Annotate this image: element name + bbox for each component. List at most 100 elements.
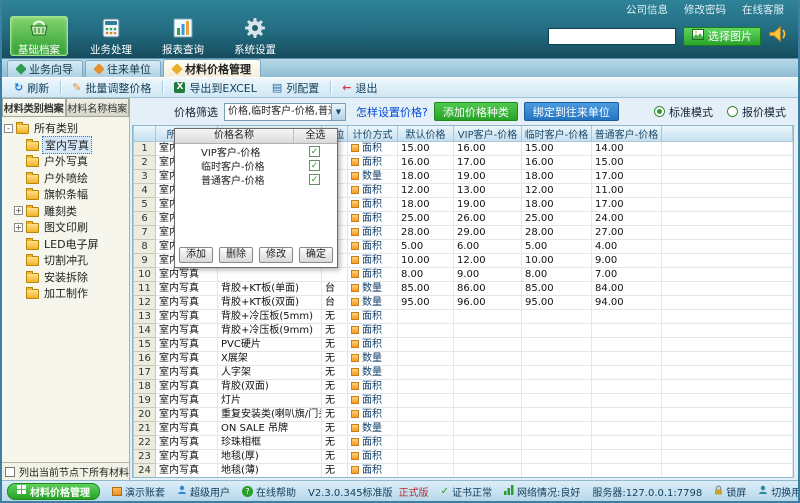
table-row[interactable]: 12室内写真背胶+KT板(双面)台数量95.0096.0095.0094.00 <box>134 296 793 310</box>
table-row[interactable]: 14室内写真背胶+冷压板(9mm)无面积 <box>134 324 793 338</box>
tree-item[interactable]: 户外写真 <box>4 153 127 170</box>
price-type-checkbox[interactable] <box>309 160 320 171</box>
popup-delete-button[interactable]: 删除 <box>219 247 253 263</box>
refresh-button[interactable]: ↻刷新 <box>8 79 55 97</box>
tree-item[interactable]: +图文印刷 <box>4 219 127 236</box>
exit-button[interactable]: ←退出 <box>336 79 383 97</box>
popup-add-button[interactable]: 添加 <box>179 247 213 263</box>
sidebar-tab-name[interactable]: 材料名称档案 <box>66 98 130 117</box>
col-temp-price[interactable]: 临时客户-价格 <box>522 126 592 142</box>
statusbar-certificate[interactable]: ✓证书正常 <box>438 484 495 499</box>
tree-item[interactable]: 旗帜条幅 <box>4 186 127 203</box>
price-type-checkbox[interactable] <box>309 174 320 185</box>
table-row[interactable]: 18室内写真背胶(双面)无面积 <box>134 380 793 394</box>
table-row[interactable]: 23室内写真地毯(厚)无面积 <box>134 450 793 464</box>
table-row[interactable]: 21室内写真ON SALE 吊牌无数量 <box>134 422 793 436</box>
price-type-row[interactable]: VIP客户-价格 <box>175 144 337 158</box>
tree-item[interactable]: +雕刻类 <box>4 203 127 220</box>
export-excel-button[interactable]: X导出到EXCEL <box>168 79 262 97</box>
table-row[interactable]: 20室内写真重复安装类(喇叭旗/门头)无面积 <box>134 408 793 422</box>
price-type-checkbox[interactable] <box>309 146 320 157</box>
list-all-checkbox[interactable] <box>5 467 15 477</box>
tab-business-wizard[interactable]: 业务向导 <box>7 60 83 77</box>
tree-item[interactable]: 安装拆除 <box>4 269 127 286</box>
price-help-link[interactable]: 怎样设置价格? <box>356 104 428 120</box>
batch-adjust-button[interactable]: ✎批量调整价格 <box>66 79 157 97</box>
tab-material-price[interactable]: 材料价格管理 <box>163 59 261 77</box>
user-icon <box>177 485 187 498</box>
statusbar-module-button[interactable]: 材料价格管理 <box>7 483 100 500</box>
cell-pricing-method: 面积 <box>348 240 398 254</box>
pricing-method-icon <box>351 158 359 166</box>
table-row[interactable]: 16室内写真X展架无数量 <box>134 352 793 366</box>
expand-icon[interactable]: + <box>14 223 23 232</box>
table-row[interactable]: 22室内写真珍珠相框无面积 <box>134 436 793 450</box>
company-info-link[interactable]: 公司信息 <box>626 2 668 17</box>
cell-material-name: 人字架 <box>218 366 322 380</box>
row-number-cell: 9 <box>134 254 156 268</box>
table-row[interactable]: 17室内写真人字架无数量 <box>134 366 793 380</box>
select-image-button[interactable]: 选择图片 <box>683 27 761 46</box>
table-row[interactable]: 10室内写真面积8.009.008.007.00 <box>134 268 793 282</box>
folder-icon <box>26 190 39 200</box>
quote-mode-radio[interactable]: 报价模式 <box>727 104 786 120</box>
row-number-cell: 19 <box>134 394 156 408</box>
table-row[interactable]: 11室内写真背胶+KT板(单面)台数量85.0086.0085.0084.00 <box>134 282 793 296</box>
cell-vip-price <box>454 380 522 394</box>
cell-vip-price <box>454 394 522 408</box>
table-row[interactable]: 19室内写真灯片无面积 <box>134 394 793 408</box>
tree-item[interactable]: LED电子屏 <box>4 236 127 253</box>
price-type-label: 普通客户-价格 <box>175 172 309 187</box>
cell-vip-price: 26.00 <box>454 212 522 226</box>
col-pricing-method[interactable]: 计价方式 <box>348 126 398 142</box>
tree-item[interactable]: 室内写真 <box>4 137 127 154</box>
popup-select-all[interactable]: 全选 <box>293 129 337 143</box>
statusbar-lock[interactable]: 锁屏 <box>711 484 749 499</box>
popup-modify-button[interactable]: 修改 <box>259 247 293 263</box>
popup-ok-button[interactable]: 确定 <box>299 247 333 263</box>
tree-item[interactable]: 加工制作 <box>4 285 127 302</box>
table-row[interactable]: 15室内写真PVC硬片无面积 <box>134 338 793 352</box>
tree-root[interactable]: - 所有类别 <box>4 120 127 137</box>
statusbar-user[interactable]: 超级用户 <box>174 484 233 499</box>
collapse-icon[interactable]: - <box>4 124 13 133</box>
tree-item[interactable]: 切割冲孔 <box>4 252 127 269</box>
table-row[interactable]: 13室内写真背胶+冷压板(5mm)无面积 <box>134 310 793 324</box>
standard-mode-radio[interactable]: 标准模式 <box>654 104 713 120</box>
col-row-number[interactable] <box>134 126 156 142</box>
col-normal-price[interactable]: 普通客户-价格 <box>592 126 662 142</box>
add-price-type-button[interactable]: 添加价格种类 <box>434 102 518 121</box>
statusbar-switch-user[interactable]: 切换用户 <box>755 484 798 499</box>
cell-normal-price <box>592 324 662 338</box>
sidebar-tab-category[interactable]: 材料类别档案 <box>2 98 66 117</box>
cell-vip-price <box>454 352 522 366</box>
nav-item-report[interactable]: 报表查询 <box>154 16 212 56</box>
bind-to-partner-button[interactable]: 绑定到往来单位 <box>524 102 619 121</box>
cell-normal-price: 27.00 <box>592 226 662 240</box>
cell-unit: 无 <box>322 478 348 479</box>
cell-filler <box>662 464 793 478</box>
nav-item-business[interactable]: 业务处理 <box>82 16 140 56</box>
col-default-price[interactable]: 默认价格 <box>398 126 454 142</box>
price-filter-combobox[interactable]: 价格,临时客户-价格,普通客户-价格 ▼ <box>224 103 346 121</box>
column-config-button[interactable]: ▤列配置 <box>266 79 325 97</box>
statusbar-help[interactable]: ?在线帮助 <box>239 484 299 499</box>
chevron-down-icon[interactable]: ▼ <box>331 104 345 120</box>
change-password-link[interactable]: 修改密码 <box>684 2 726 17</box>
cell-temp-price <box>522 310 592 324</box>
tree-item[interactable]: 户外喷绘 <box>4 170 127 187</box>
statusbar-account[interactable]: 演示账套 <box>109 484 168 499</box>
table-row[interactable]: 24室内写真地毯(薄)无面积 <box>134 464 793 478</box>
price-type-row[interactable]: 临时客户-价格 <box>175 158 337 172</box>
search-input[interactable] <box>548 28 676 45</box>
nav-item-base-archive[interactable]: 基础档案 <box>10 16 68 56</box>
nav-item-system[interactable]: 系统设置 <box>226 16 284 56</box>
network-label: 网络情况:良好 <box>517 484 580 499</box>
horn-icon[interactable] <box>768 25 788 47</box>
table-row[interactable]: 25室内写真防撞条无数量 <box>134 478 793 479</box>
expand-icon[interactable]: + <box>14 206 23 215</box>
col-vip-price[interactable]: VIP客户-价格 <box>454 126 522 142</box>
online-service-link[interactable]: 在线客服 <box>742 2 784 17</box>
tab-partners[interactable]: 往来单位 <box>85 60 161 77</box>
price-type-row[interactable]: 普通客户-价格 <box>175 172 337 186</box>
